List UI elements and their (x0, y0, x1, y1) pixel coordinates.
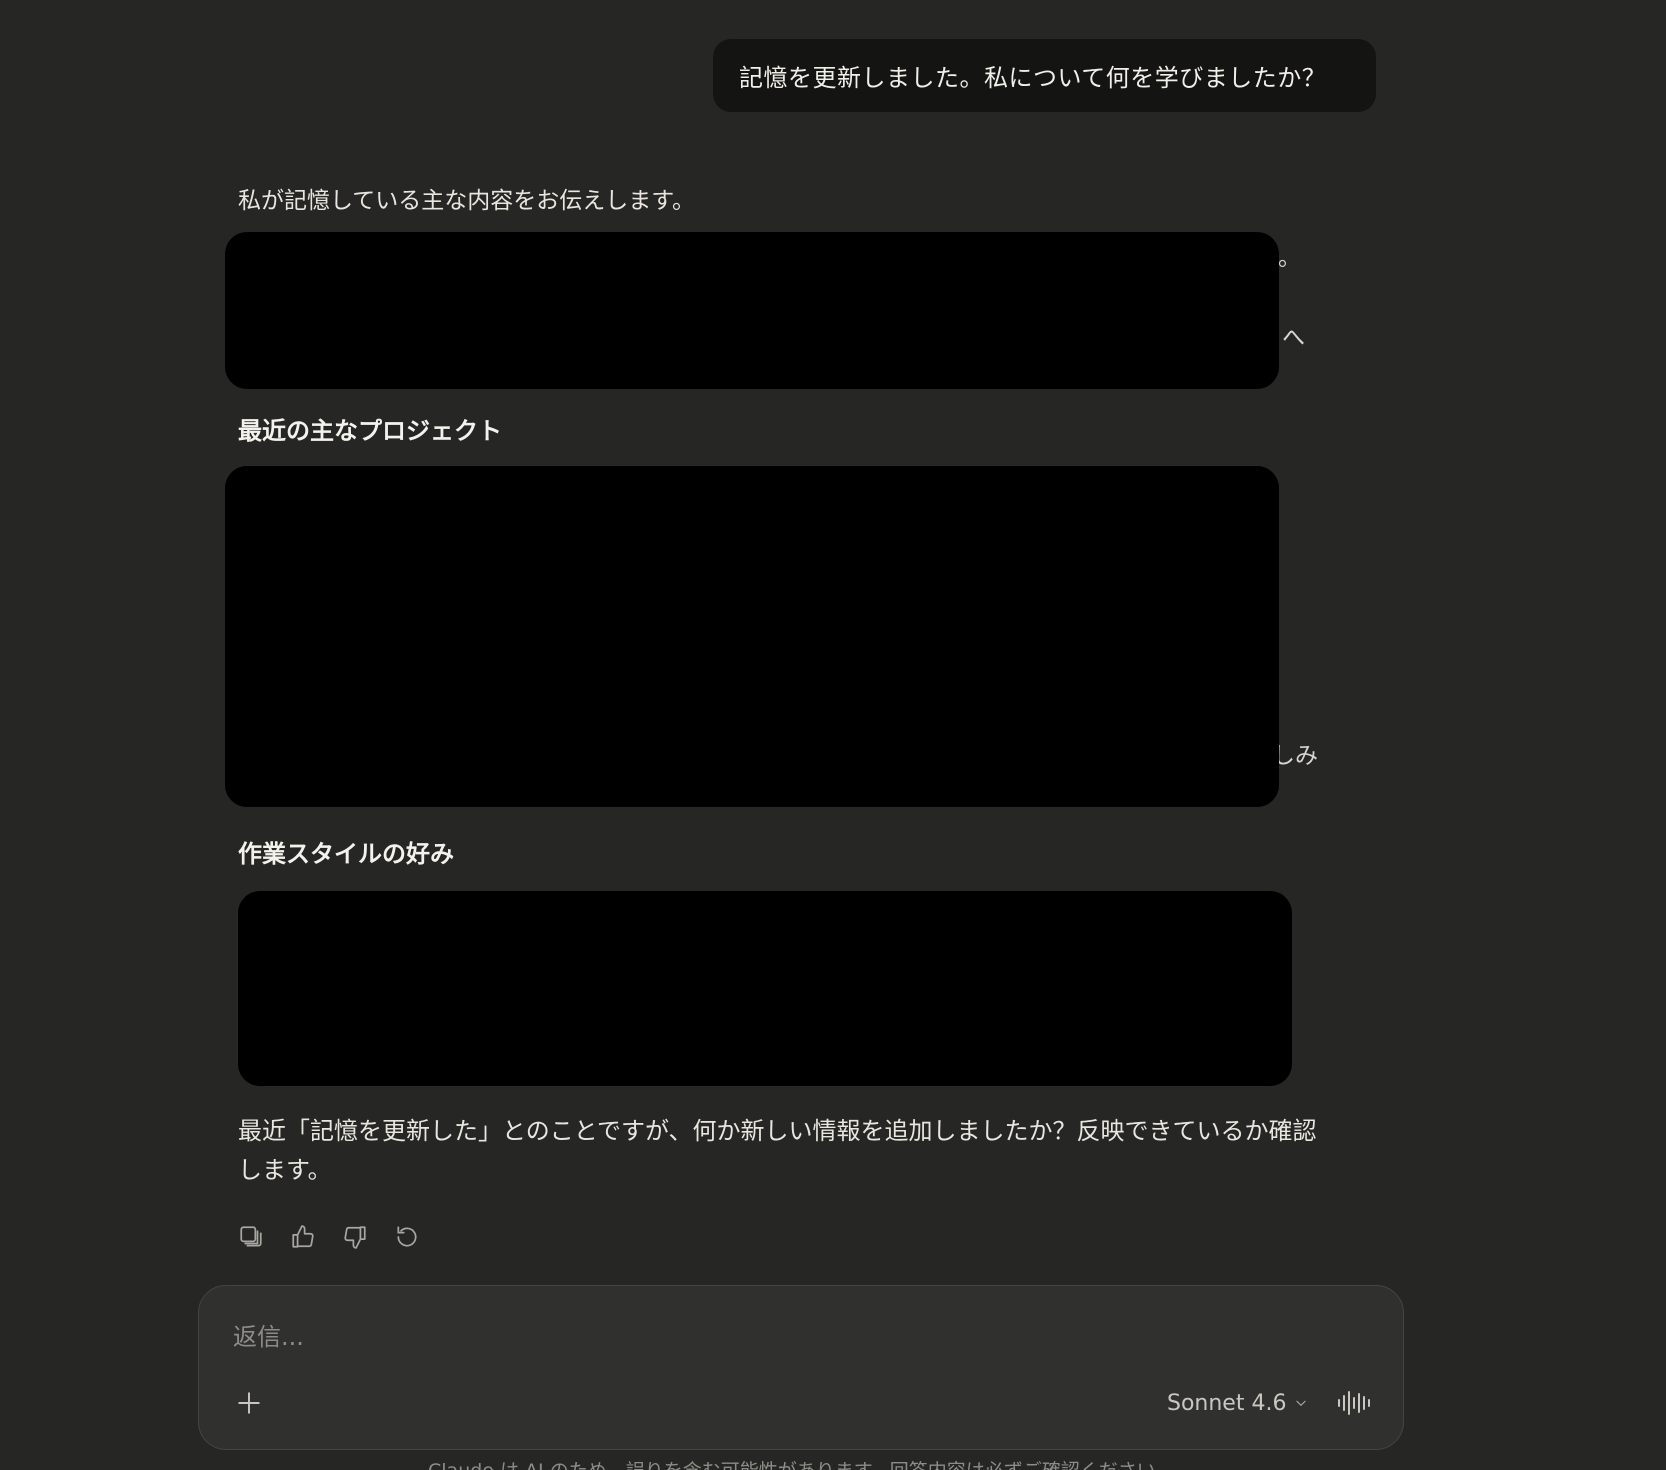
assistant-intro-text: 私が記憶している主な内容をお伝えします。 (238, 188, 696, 214)
reply-composer: Sonnet 4.6 (198, 1285, 1404, 1450)
thumbs-up-button[interactable] (288, 1222, 318, 1252)
section-heading-work-style: 作業スタイルの好み (238, 839, 454, 868)
retry-icon (397, 1226, 417, 1247)
chat-page: 記憶を更新しました。私について何を学びましたか？ 私が記憶している主な内容をお伝… (0, 0, 1666, 1470)
voice-waveform-icon (1338, 1391, 1370, 1415)
model-label: Sonnet 4.6 (1167, 1390, 1287, 1416)
model-selector[interactable]: Sonnet 4.6 (1167, 1386, 1308, 1420)
obscured-text-fragment: へ (1282, 325, 1305, 351)
plus-icon (238, 1392, 260, 1414)
retry-button[interactable] (392, 1222, 422, 1252)
assistant-closing-text: 最近「記憶を更新した」とのことですが、何か新しい情報を追加しましたか？反映できて… (238, 1117, 1317, 1184)
obscured-text-fragment: 。 (1278, 245, 1301, 271)
message-actions (236, 1222, 422, 1252)
reply-input[interactable] (231, 1316, 1335, 1358)
thumbs-up-icon (292, 1225, 314, 1248)
chevron-down-icon (1296, 1400, 1307, 1407)
disclaimer-text: Claude は AI のため、誤りを含む可能性があります。回答内容は必ずご確認… (428, 1456, 1175, 1470)
user-message-bubble: 記憶を更新しました。私について何を学びましたか？ (713, 39, 1376, 112)
redacted-block (238, 891, 1292, 1086)
copy-button[interactable] (236, 1222, 266, 1252)
thumbs-down-button[interactable] (340, 1222, 370, 1252)
redacted-block (225, 232, 1279, 389)
redacted-block (225, 466, 1279, 807)
section-heading-projects: 最近の主なプロジェクト (238, 416, 502, 445)
add-attachment-button[interactable] (234, 1388, 264, 1418)
thumbs-down-icon (344, 1226, 366, 1249)
voice-mode-button[interactable] (1334, 1386, 1374, 1420)
user-message-text: 記憶を更新しました。私について何を学びましたか？ (739, 64, 1327, 92)
copy-icon (240, 1226, 262, 1247)
